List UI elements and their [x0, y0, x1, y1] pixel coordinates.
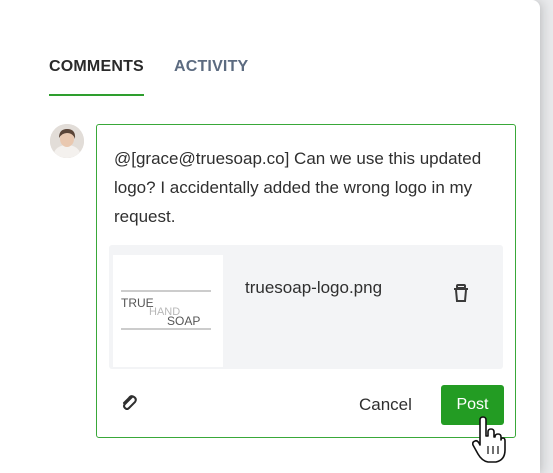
comment-text[interactable]: @[grace@truesoap.co] Can we use this upd…: [114, 144, 494, 231]
post-button[interactable]: Post: [441, 385, 504, 425]
attachment-card: TRUE HAND SOAP truesoap-logo.png: [109, 245, 503, 369]
attachment-file-name: truesoap-logo.png: [245, 278, 383, 297]
trash-icon: [454, 284, 468, 302]
comments-panel: COMMENTS ACTIVITY @[grace@truesoap.co] C…: [0, 0, 540, 473]
tab-activity[interactable]: ACTIVITY: [174, 58, 249, 88]
cancel-button[interactable]: Cancel: [359, 395, 412, 415]
avatar-photo: [50, 124, 84, 158]
truesoap-logo-image: TRUE HAND SOAP: [121, 290, 211, 330]
paperclip-icon: [123, 395, 137, 410]
attach-file-button[interactable]: [119, 393, 139, 413]
tab-comments[interactable]: COMMENTS: [49, 58, 144, 96]
attachment-thumbnail: TRUE HAND SOAP: [113, 255, 223, 367]
tab-bar: COMMENTS ACTIVITY: [49, 58, 249, 96]
comment-editor[interactable]: @[grace@truesoap.co] Can we use this upd…: [96, 124, 516, 438]
delete-attachment-button[interactable]: [451, 283, 471, 305]
logo-text-bottom: SOAP: [167, 314, 200, 328]
user-avatar: [50, 124, 84, 158]
